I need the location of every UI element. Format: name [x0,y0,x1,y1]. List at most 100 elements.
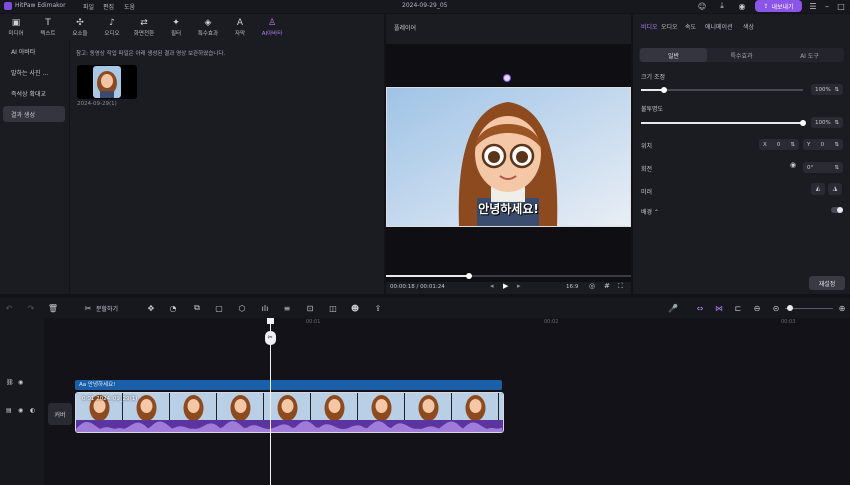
waveform-icon[interactable]: ılı [259,302,271,314]
opacity-input[interactable]: 100% ⇅ [811,117,843,128]
blend-toggle[interactable] [831,207,843,213]
delete-icon[interactable]: 🗑 [47,302,59,314]
reset-button[interactable]: 재설정 [809,276,845,290]
freeze-icon[interactable]: ▢ [213,302,225,314]
face-icon[interactable]: ☻ [349,302,361,314]
tab-animation[interactable]: 애니메이션 [705,22,733,31]
undo-icon[interactable]: ↶ [3,302,15,314]
tool-effects[interactable]: ◈ 특수효과 [192,17,224,39]
fullscreen-icon[interactable]: ⛶ [618,282,623,291]
speed-icon[interactable]: ◔ [167,302,179,314]
nav-talking-photo[interactable]: 말하는 사진 ... [3,64,65,80]
tool-media[interactable]: ▣ 미디어 [0,17,32,39]
segment-ai-tools[interactable]: AI 도구 [776,48,843,62]
split-icon[interactable]: ✂ [82,302,94,314]
text-clip[interactable]: Aa 안녕하세요! [75,380,502,390]
account-icon[interactable]: ◉ [737,1,747,11]
tool-elements[interactable]: ✣ 요소들 [64,17,96,39]
snapshot-icon[interactable]: ◎ [589,282,595,290]
text-track-eye-icon[interactable]: ◉ [18,379,23,386]
prev-frame-icon[interactable]: ◂ [490,282,494,290]
tool-audio[interactable]: ♪ 오디오 [96,17,128,39]
link-icon[interactable]: ⇔ [694,302,706,314]
preview-seekbar[interactable] [386,273,631,279]
zoom-slider[interactable] [785,305,833,311]
next-frame-icon[interactable]: ▸ [517,282,521,290]
opacity-knob[interactable] [800,120,806,126]
timeline-ruler[interactable]: 00:01 00:02 00:03 [44,318,850,328]
opacity-slider[interactable] [641,120,806,126]
cover-button[interactable]: 커버 [48,403,72,425]
redo-icon[interactable]: ↷ [25,302,37,314]
feedback-icon[interactable]: ☺ [697,1,707,11]
zoom-knob[interactable] [787,305,793,311]
audio-icon: ♪ [109,18,115,28]
rotate-input[interactable]: 0° ⇅ [803,162,843,173]
nav-upscale[interactable]: 즉석상 확대교 [3,85,65,101]
play-icon[interactable]: ▶ [503,282,508,290]
aspect-ratio[interactable]: 16:9 [566,284,578,290]
tool-text[interactable]: T 텍스트 [32,17,64,39]
nav-results[interactable]: 결과 생성 [3,106,65,122]
maximize-icon[interactable]: □ [836,1,846,11]
scale-slider[interactable] [641,87,803,93]
pos-y-input[interactable]: Y 0 ⇅ [803,139,843,150]
text-track-link-icon[interactable]: ⛓ [6,379,14,386]
video-track-mute-icon[interactable]: ◐ [30,407,35,414]
expand-icon[interactable]: ⌃ [654,209,659,216]
export-button[interactable]: ⇪ 내보내기 [755,0,802,12]
zoom-out-icon[interactable]: ⊝ [770,302,782,314]
scale-label: 크기 조정 [641,74,665,81]
markers-icon[interactable]: ⊏ [732,302,744,314]
scale-knob[interactable] [660,87,667,93]
crop-icon[interactable]: ⧉ [191,302,203,314]
tool-ai-avatar[interactable]: ♙ AI아바타 [256,17,288,39]
flip-horizontal-icon[interactable]: ◭ [811,183,825,195]
menu-help[interactable]: 도움 [124,2,135,11]
menu-icon[interactable]: ☰ [808,1,818,11]
video-frame[interactable]: 안녕하세요! [386,87,631,227]
video-clip[interactable]: 0:01 2024_09_29(1) [75,392,504,433]
scale-input[interactable]: 100% ⇅ [811,84,843,95]
rotate-handle[interactable] [503,74,511,82]
pos-x-input[interactable]: X 0 ⇅ [759,139,799,150]
nav-ai-avatar[interactable]: AI 아바타 [3,43,65,59]
media-panel: 참고: 동영상 작업 파일은 아래 생성된 결과 영상 보관하였습니다. 202… [70,41,384,294]
tab-color[interactable]: 색상 [743,22,754,31]
tool-filter[interactable]: ✦ 필터 [160,17,192,39]
export-clip-icon[interactable]: ⇪ [372,302,384,314]
playhead-handle[interactable] [266,318,274,324]
fit-icon[interactable]: ⊖ [751,302,763,314]
mask-icon[interactable]: ⬡ [236,302,248,314]
segment-general[interactable]: 일반 [640,48,707,62]
move-icon[interactable]: ✥ [145,302,157,314]
tool-transition[interactable]: ⇄ 화면전환 [128,17,160,39]
menu-file[interactable]: 파일 [83,2,94,11]
download-icon[interactable]: ⤓ [717,1,727,11]
align-icon[interactable]: ≡ [281,302,293,314]
caption-icon[interactable]: ◫ [327,302,339,314]
tab-video[interactable]: 비디오 [641,22,658,31]
text-to-speech-icon[interactable]: ⊡ [304,302,316,314]
minimize-icon[interactable]: – [822,1,832,11]
rotate-dial-icon[interactable]: ◉ [787,161,799,173]
flip-vertical-icon[interactable]: ◮ [828,183,842,195]
video-track-lock-icon[interactable]: ▤ [6,407,12,414]
segment-effects[interactable]: 특수효과 [708,48,775,62]
media-thumbnail[interactable] [77,65,137,99]
playhead[interactable]: ✂ [264,318,276,485]
zoom-in-icon[interactable]: ⊕ [836,302,848,314]
snap-icon[interactable]: ⋈ [713,302,725,314]
text-icon: T [45,18,51,28]
video-track-eye-icon[interactable]: ◉ [18,407,23,414]
tab-speed[interactable]: 속도 [685,22,696,31]
tool-subtitle[interactable]: A 자막 [224,17,256,39]
grid-icon[interactable]: # [604,282,610,290]
blend-label: 배경 ⌃ [641,209,659,216]
menu-edit[interactable]: 편집 [103,2,114,11]
playhead-scissors-icon[interactable]: ✂ [264,331,276,345]
tab-audio[interactable]: 오디오 [661,22,678,31]
transition-icon: ⇄ [140,18,148,28]
mic-icon[interactable]: 🎤 [667,302,679,314]
split-label[interactable]: 분할하기 [96,304,118,313]
